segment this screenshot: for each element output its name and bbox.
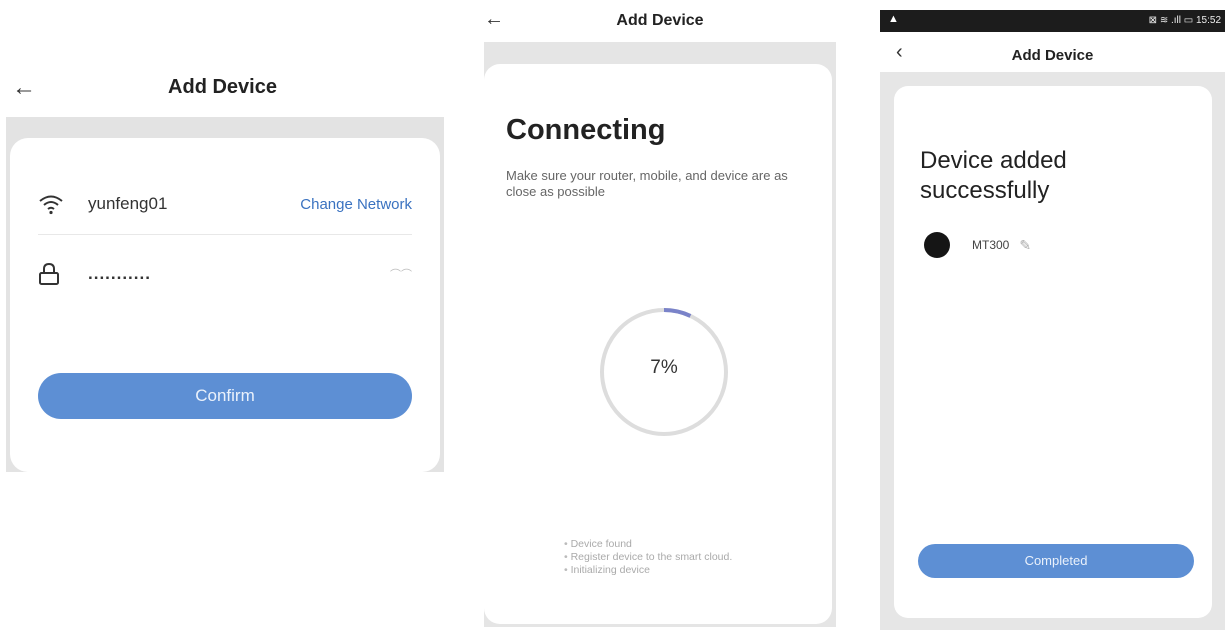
eye-closed-icon[interactable]: ⌒⌒ — [390, 266, 412, 282]
confirm-button[interactable]: Confirm — [38, 373, 412, 419]
step-item: Register device to the smart cloud. — [564, 551, 733, 564]
success-heading: Device added successfully — [920, 147, 1067, 204]
device-name: MT300 — [972, 238, 1010, 252]
password-row[interactable]: ........... ⌒⌒ — [38, 244, 412, 304]
status-indicators: ⊠ ≋ .ıll ▭ 15:52 — [1148, 15, 1221, 26]
connecting-heading: Connecting — [506, 114, 666, 146]
panel-success: ▲ ⊠ ≋ .ıll ▭ 15:52 ‹ Add Device Device a… — [880, 10, 1225, 630]
panel-connecting: ← Add Device Connecting Make sure your r… — [480, 0, 840, 630]
network-row: yunfeng01 Change Network — [38, 174, 412, 235]
status-bar: ▲ ⊠ ≋ .ıll ▭ 15:52 — [880, 10, 1225, 32]
pencil-icon[interactable]: ✎ — [1019, 237, 1031, 254]
connecting-card: Connecting Make sure your router, mobile… — [484, 64, 832, 624]
step-item: Device found — [564, 538, 732, 551]
device-icon — [924, 232, 950, 258]
wifi-icon — [38, 193, 74, 215]
completed-button[interactable]: Completed — [918, 544, 1194, 578]
device-row: MT300 ✎ — [924, 232, 1031, 258]
page-title: Add Device — [1011, 47, 1094, 64]
page-title: Add Device — [616, 12, 704, 29]
success-card: Device added successfully MT300 ✎ Comple… — [894, 86, 1212, 618]
network-name: yunfeng01 — [88, 194, 168, 213]
page-title: Add Device — [168, 76, 277, 98]
warning-icon: ▲ — [888, 13, 899, 25]
wifi-form-card: yunfeng01 Change Network ........... ⌒⌒ … — [10, 138, 440, 472]
password-field[interactable]: ........... — [88, 264, 390, 284]
change-network-link[interactable]: Change Network — [300, 196, 412, 213]
lock-icon — [38, 262, 74, 286]
proximity-note: Make sure your router, mobile, and devic… — [506, 168, 788, 199]
progress-percent: 7% — [650, 357, 678, 378]
panel-wifi-setup: ← Add Device yunfeng01 Change Network ..… — [0, 60, 445, 475]
step-list: Device found Register device to the smar… — [564, 538, 733, 577]
step-item: Initializing device — [564, 564, 732, 577]
